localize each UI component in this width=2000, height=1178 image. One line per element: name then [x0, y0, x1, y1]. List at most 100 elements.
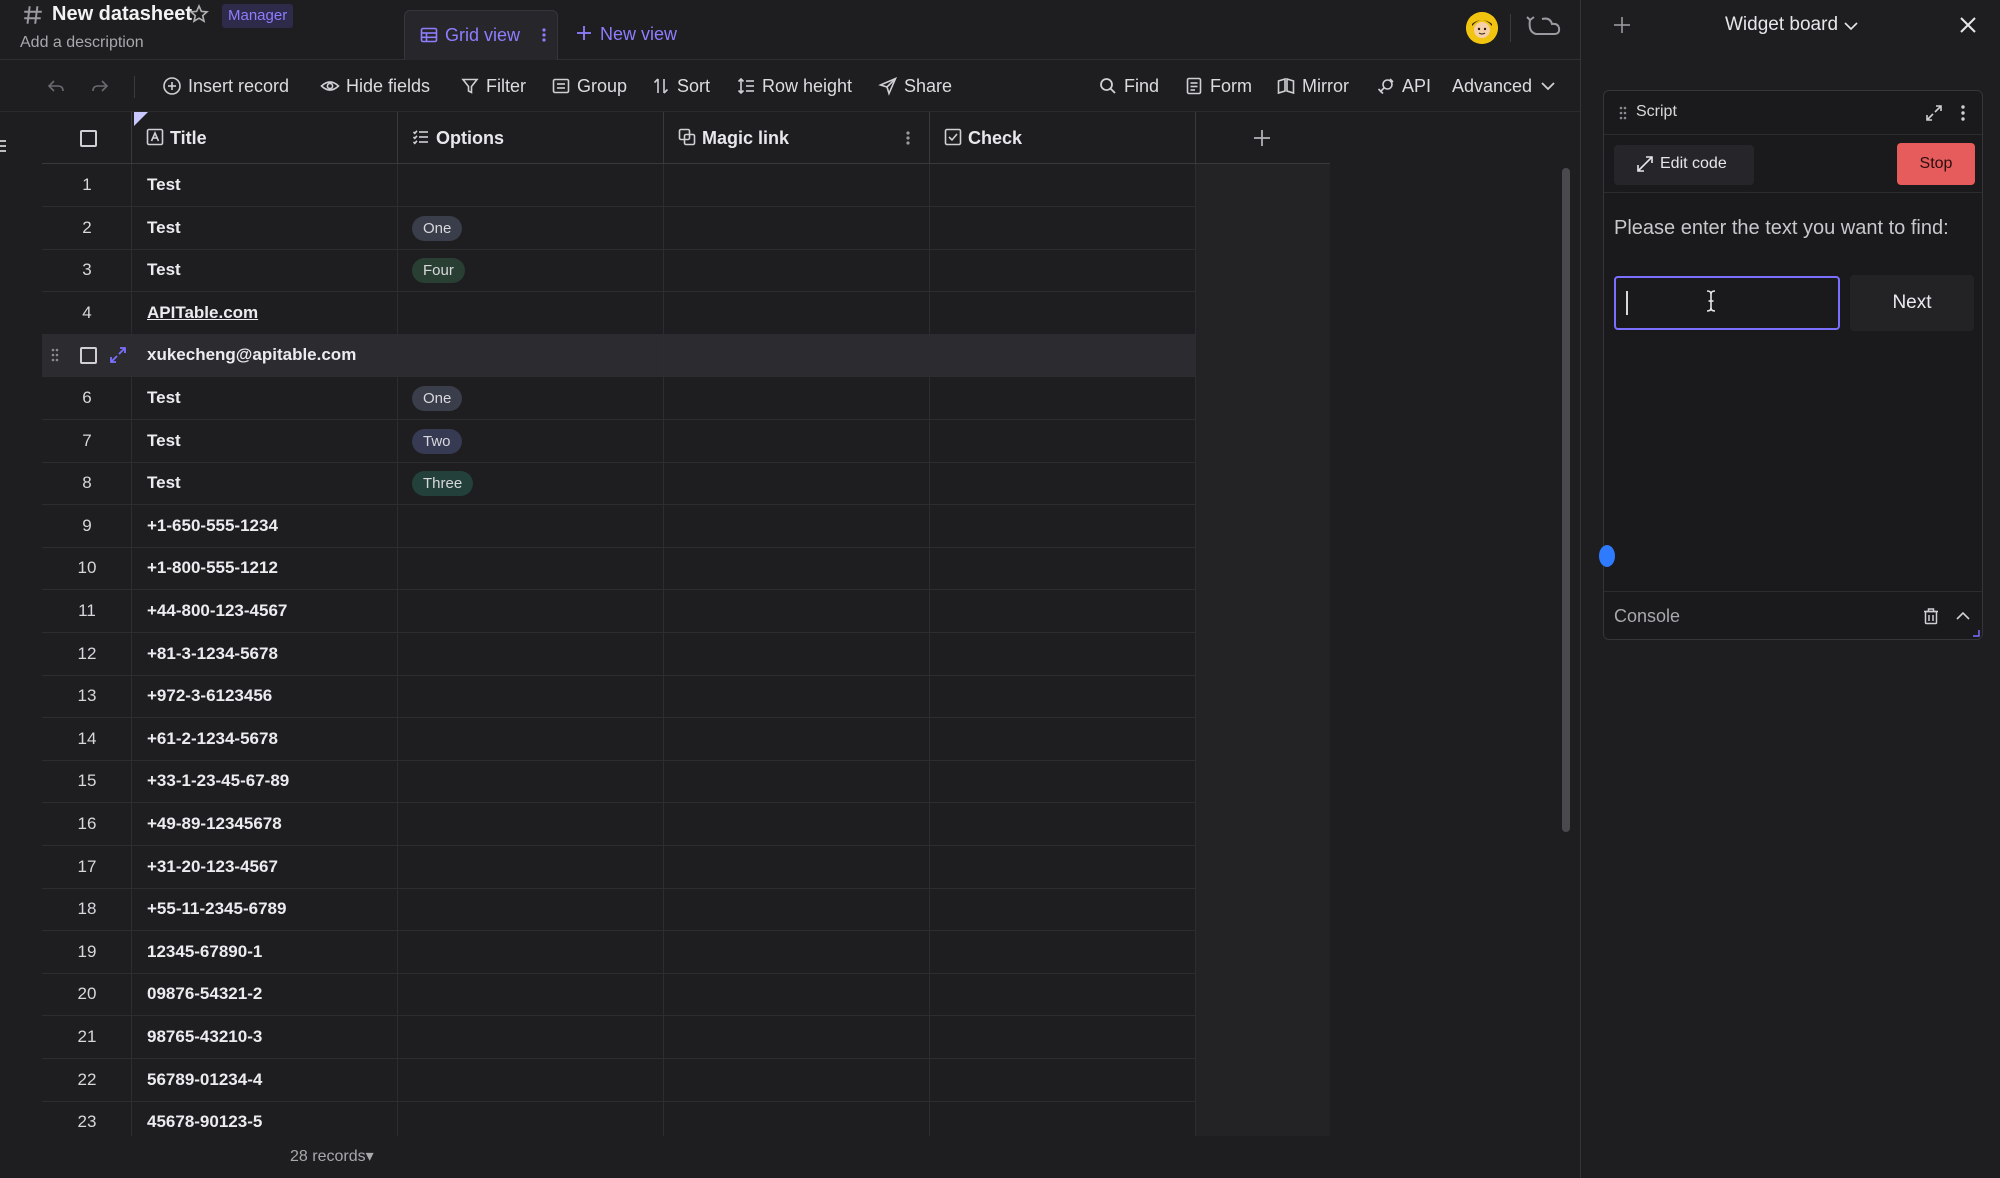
title-cell-text[interactable]: Test	[147, 249, 181, 291]
tab-grid-view[interactable]: Grid view	[404, 10, 558, 60]
widget-drag-indicator[interactable]	[1599, 545, 1615, 567]
title-cell-text[interactable]: Test	[147, 207, 181, 249]
table-row[interactable]: 22 56789-01234-4	[42, 1058, 1196, 1102]
table-row[interactable]: 10 +1-800-555-1212	[42, 547, 1196, 591]
table-cell[interactable]	[398, 590, 664, 632]
column-header-title[interactable]: Title	[132, 112, 398, 164]
table-cell[interactable]	[664, 419, 930, 462]
title-cell-text[interactable]: +33-1-23-45-67-89	[147, 760, 289, 802]
trash-icon[interactable]	[1922, 607, 1940, 625]
table-cell[interactable]	[930, 973, 1196, 1016]
table-row[interactable]: 8 Test Three	[42, 462, 1196, 506]
table-cell[interactable]	[664, 717, 930, 760]
column-header-options[interactable]: Options	[398, 112, 664, 164]
title-cell-text[interactable]: Test	[147, 377, 181, 419]
table-cell[interactable]	[930, 675, 1196, 718]
share-button[interactable]: Share	[878, 74, 952, 98]
title-cell-text[interactable]: 56789-01234-4	[147, 1059, 262, 1101]
filter-button[interactable]: Filter	[460, 74, 526, 98]
table-cell[interactable]	[664, 1101, 930, 1136]
table-cell[interactable]	[930, 1016, 1196, 1058]
title-cell-text[interactable]: APITable.com	[147, 292, 258, 334]
table-cell[interactable]	[398, 164, 664, 206]
title-cell-text[interactable]: +1-800-555-1212	[147, 547, 278, 589]
table-cell[interactable]	[930, 547, 1196, 590]
title-cell-text[interactable]: Test	[147, 420, 181, 462]
table-row[interactable]: 14 +61-2-1234-5678	[42, 717, 1196, 761]
title-cell-text[interactable]: xukecheng@apitable.com	[147, 334, 356, 376]
table-cell[interactable]	[664, 1058, 930, 1101]
datasheet-title[interactable]: New datasheet	[52, 3, 192, 26]
table-row[interactable]: 9 +1-650-555-1234	[42, 504, 1196, 548]
title-cell-text[interactable]: 98765-43210-3	[147, 1016, 262, 1058]
table-row[interactable]: 17 +31-20-123-4567	[42, 845, 1196, 889]
table-row[interactable]: 6 Test One	[42, 377, 1196, 420]
table-cell[interactable]	[664, 845, 930, 888]
resize-handle-icon[interactable]	[1972, 629, 1980, 637]
table-cell[interactable]	[930, 419, 1196, 462]
table-cell[interactable]	[398, 1101, 664, 1136]
title-cell-text[interactable]: Test	[147, 164, 181, 206]
table-row[interactable]: 12 +81-3-1234-5678	[42, 632, 1196, 676]
table-cell[interactable]	[398, 760, 664, 803]
mirror-button[interactable]: Mirror	[1276, 74, 1349, 98]
redo-button[interactable]	[90, 74, 110, 98]
column-more-icon[interactable]	[899, 128, 917, 148]
table-cell[interactable]	[664, 803, 930, 845]
chevron-up-icon[interactable]	[1954, 607, 1972, 625]
insert-record-button[interactable]: Insert record	[162, 74, 289, 98]
edit-code-button[interactable]: Edit code	[1614, 145, 1754, 185]
form-button[interactable]: Form	[1184, 74, 1252, 98]
table-cell[interactable]	[664, 291, 930, 334]
table-cell[interactable]	[398, 888, 664, 931]
console-bar[interactable]: Console	[1604, 591, 1982, 639]
table-cell[interactable]	[930, 1101, 1196, 1136]
table-cell[interactable]	[664, 462, 930, 505]
add-field-icon[interactable]	[1250, 126, 1274, 150]
table-cell[interactable]	[930, 888, 1196, 931]
table-cell[interactable]	[930, 206, 1196, 249]
table-cell[interactable]	[930, 291, 1196, 334]
find-button[interactable]: Find	[1098, 74, 1159, 98]
table-cell[interactable]	[664, 760, 930, 803]
table-cell[interactable]	[398, 632, 664, 675]
title-cell-text[interactable]: +61-2-1234-5678	[147, 718, 278, 760]
undo-button[interactable]	[46, 74, 66, 98]
title-cell-text[interactable]: +972-3-6123456	[147, 675, 272, 717]
table-cell[interactable]	[930, 1058, 1196, 1101]
table-cell[interactable]	[664, 164, 930, 206]
more-vertical-icon[interactable]	[535, 25, 553, 45]
title-cell-text[interactable]: 09876-54321-2	[147, 973, 262, 1015]
table-cell[interactable]	[398, 717, 664, 760]
title-cell-text[interactable]: +55-11-2345-6789	[147, 888, 286, 930]
title-cell-text[interactable]: +31-20-123-4567	[147, 846, 278, 888]
table-cell[interactable]	[664, 377, 930, 419]
next-button[interactable]: Next	[1850, 275, 1974, 331]
table-cell[interactable]	[930, 590, 1196, 632]
table-cell[interactable]	[930, 930, 1196, 973]
table-cell[interactable]	[664, 249, 930, 292]
title-cell-text[interactable]: +44-800-123-4567	[147, 590, 287, 632]
close-icon[interactable]	[1957, 14, 1979, 36]
table-row[interactable]: 4 APITable.com	[42, 291, 1196, 335]
table-cell[interactable]	[930, 334, 1196, 377]
table-cell[interactable]	[664, 547, 930, 590]
cloud-sync-icon[interactable]	[1524, 12, 1562, 42]
table-cell[interactable]	[930, 632, 1196, 675]
table-cell[interactable]	[398, 547, 664, 590]
sidebar-toggle-icon[interactable]	[0, 136, 8, 156]
group-button[interactable]: Group	[551, 74, 627, 98]
expand-icon[interactable]	[1924, 103, 1944, 123]
table-row[interactable]: 18 +55-11-2345-6789	[42, 888, 1196, 932]
drag-handle-icon[interactable]	[50, 347, 60, 363]
table-row[interactable]: 11 +44-800-123-4567	[42, 590, 1196, 633]
table-cell[interactable]	[398, 1058, 664, 1101]
title-cell-text[interactable]: +49-89-12345678	[147, 803, 282, 845]
expand-record-icon[interactable]	[108, 345, 128, 365]
table-cell[interactable]	[930, 249, 1196, 292]
table-cell[interactable]	[398, 803, 664, 845]
table-cell[interactable]	[930, 504, 1196, 547]
table-row[interactable]: 19 12345-67890-1	[42, 930, 1196, 974]
select-all-checkbox[interactable]	[80, 130, 97, 147]
table-cell[interactable]	[664, 1016, 930, 1058]
